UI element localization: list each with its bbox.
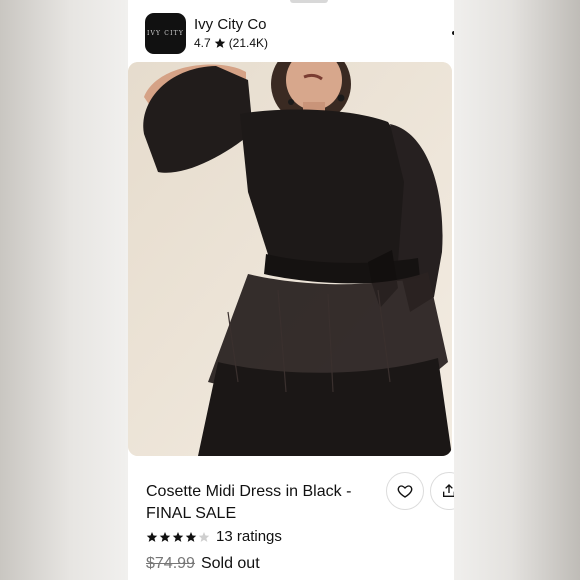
blurred-background-left: [0, 0, 128, 580]
favorite-button[interactable]: [386, 472, 424, 510]
product-image[interactable]: [128, 62, 452, 456]
product-ratings[interactable]: 13 ratings: [146, 528, 282, 545]
share-button[interactable]: [430, 472, 454, 510]
product-photo: [128, 62, 452, 456]
store-logo[interactable]: IVY CITY: [145, 13, 186, 54]
star-icon: [214, 38, 225, 48]
star-icon: [172, 531, 184, 542]
heart-icon: [397, 485, 413, 498]
top-handle: [290, 0, 328, 3]
blurred-background-right: [454, 0, 580, 580]
share-icon: [443, 484, 454, 497]
store-rating: 4.7 (21.4K): [194, 36, 268, 50]
star-icon: [185, 531, 197, 542]
product-price: $74.99: [146, 555, 195, 572]
store-rating-count: (21.4K): [228, 36, 269, 50]
star-rating: [146, 531, 210, 543]
sold-out-status: Sold out: [200, 555, 260, 572]
product-title: Cosette Midi Dress in Black - FINAL SALE: [146, 483, 352, 522]
store-logo-text: IVY CITY: [146, 30, 185, 37]
product-screen: IVY CITY Ivy City Co 4.7 (21.4K) Cosette…: [128, 0, 454, 580]
store-name[interactable]: Ivy City Co: [194, 16, 267, 33]
star-empty-icon: [198, 531, 210, 542]
price-row: $74.99 Sold out: [146, 555, 260, 573]
ratings-count: 13 ratings: [216, 528, 282, 545]
star-icon: [159, 531, 171, 542]
more-options-icon[interactable]: [452, 31, 454, 35]
store-rating-value: 4.7: [194, 36, 211, 50]
star-icon: [146, 531, 158, 542]
